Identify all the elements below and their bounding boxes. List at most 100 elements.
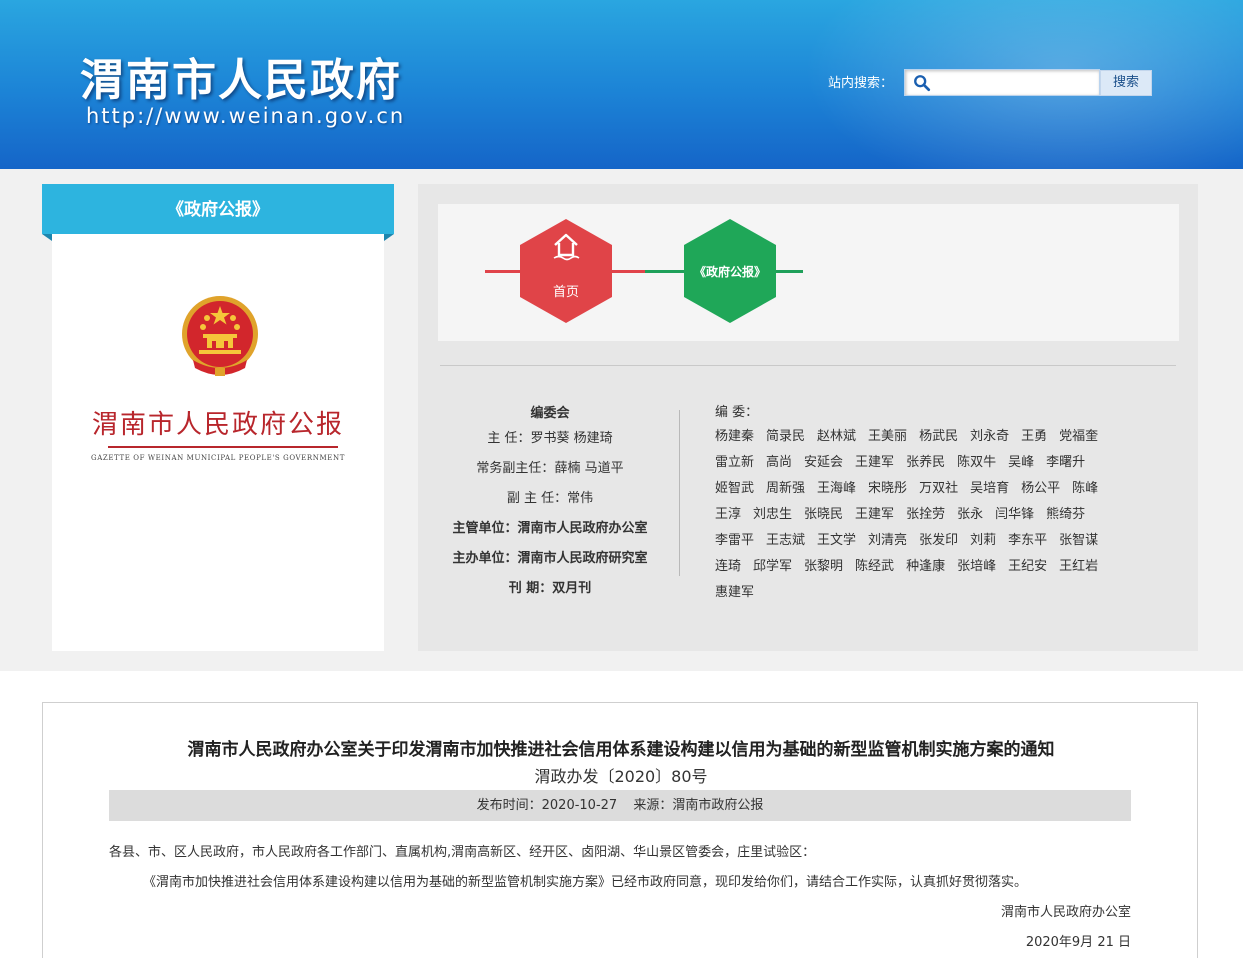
editor-name: 张黎明 [804,559,844,574]
national-emblem-icon [182,296,258,376]
editor-name: 熊绮芬 [1046,507,1086,522]
editor-name: 刘莉 [970,533,997,548]
committee-key: 常务副主任： [476,461,555,476]
article-meta: 发布时间：2020-10-27 来源：渭南市政府公报 [109,790,1131,821]
editor-name: 张晓民 [804,507,844,522]
search-label: 站内搜索： [828,76,894,91]
tab-fold-right [384,234,394,241]
editor-name: 陈经武 [855,559,895,574]
editor-name: 杨武民 [919,429,959,444]
editor-name: 简录民 [766,429,806,444]
editor-name: 李雷平 [715,533,755,548]
editor-row: 连琦 邱学军 张黎明 陈经武 种逢康 张培峰 王纪安 王红岩 [715,558,1165,584]
panel-divider [440,365,1176,366]
committee-row: 副 主 任：常伟 [440,487,660,506]
article: 渭南市人民政府办公室关于印发渭南市加快推进社会信用体系建设构建以信用为基础的新型… [42,702,1198,958]
editor-name: 张智谋 [1059,533,1099,548]
article-paragraph: 《渭南市加快推进社会信用体系建设构建以信用为基础的新型监管机制实施方案》已经市政… [143,875,1028,890]
editor-name: 王志斌 [766,533,806,548]
committee-row: 主办单位：渭南市人民政府研究室 [440,547,660,566]
editor-name: 安延会 [804,455,844,470]
committee-key: 主办单位： [452,551,518,566]
site-url: http://www.weinan.gov.cn [86,104,406,128]
editor-name: 刘永奇 [970,429,1010,444]
editor-name: 张永 [957,507,984,522]
article-doc-number: 渭政办发〔2020〕80号 [534,767,708,786]
editor-name: 党福奎 [1059,429,1099,444]
gazette-tab[interactable]: 《政府公报》 [42,184,394,241]
committee-key: 副 主 任： [506,491,568,506]
editor-name: 邱学军 [753,559,793,574]
committee-value: 常伟 [567,491,594,506]
site-title[interactable]: 渭南市人民政府 [80,44,402,108]
editor-name: 张发印 [919,533,959,548]
gazette-nav-label: 《政府公报》 [693,265,766,279]
editor-name: 陈双牛 [957,455,997,470]
gazette-tab-label: 《政府公报》 [167,200,269,220]
search-icon [914,75,931,92]
committee-key: 主管单位： [452,521,518,536]
editor-name: 杨公平 [1021,481,1061,496]
search-button[interactable]: 搜索 [1100,70,1152,96]
committee-key: 主 任： [487,431,531,446]
home-icon [553,233,580,261]
editor-name: 王红岩 [1059,559,1099,574]
committee-value: 罗书葵 杨建琦 [530,431,613,446]
search-box[interactable] [904,69,1100,96]
committee-heading: 编委会 [530,406,570,421]
editor-name: 王美丽 [868,429,908,444]
editor-name: 高尚 [766,455,793,470]
article-title: 渭南市人民政府办公室关于印发渭南市加快推进社会信用体系建设构建以信用为基础的新型… [187,740,1055,760]
editor-name: 张养民 [906,455,946,470]
cover-rule [108,446,338,448]
editor-name: 吴培育 [970,481,1010,496]
gazette-cover[interactable]: 渭南市人民政府公报 GAZETTE OF WEINAN MUNICIPAL PE… [52,234,384,651]
editor-name: 雷立新 [715,455,755,470]
editor-row: 姬智武 周新强 王海峰 宋晓彤 万双社 吴培育 杨公平 陈峰 [715,480,1165,506]
editor-name: 王淳 [715,507,742,522]
editor-name: 张培峰 [957,559,997,574]
editor-name: 杨建秦 [715,429,755,444]
editor-name: 种逢康 [906,559,946,574]
committee-row: 主管单位：渭南市人民政府办公室 [440,517,660,536]
committee-value: 薛楠 马道平 [554,461,624,476]
editor-row: 雷立新 高尚 安延会 王建军 张养民 陈双牛 吴峰 李曙升 [715,454,1165,480]
editor-name: 陈峰 [1072,481,1099,496]
editor-name: 刘忠生 [753,507,793,522]
editor-name: 赵林斌 [817,429,857,444]
editor-name: 闫华锋 [995,507,1035,522]
committee-value: 渭南市人民政府办公室 [517,521,648,536]
editor-name: 万双社 [919,481,959,496]
committee-key: 刊 期： [508,581,553,596]
cover-subtitle: GAZETTE OF WEINAN MUNICIPAL PEOPLE'S GOV… [91,454,345,462]
editor-row: 王淳 刘忠生 张晓民 王建军 张拴劳 张永 闫华锋 熊绮芬 [715,506,1165,532]
editor-row: 惠建军 [715,584,1165,610]
editor-name: 王勇 [1021,429,1048,444]
editors-list: 杨建秦 简录民 赵林斌 王美丽 杨武民 刘永奇 王勇 党福奎 雷立新 高尚 安延会 王建军 张养民 陈双牛… [715,428,1165,610]
committee-value: 双月刊 [552,581,592,596]
editor-name: 李曙升 [1046,455,1086,470]
tab-fold-left [42,234,52,241]
search-input[interactable] [935,72,1095,93]
editor-name: 吴峰 [1008,455,1035,470]
committee-row: 主 任：罗书葵 杨建琦 [440,427,660,446]
home-nav-label: 首页 [552,285,579,300]
article-date: 2020年9月 21 日 [1025,935,1131,950]
editor-name: 连琦 [715,559,742,574]
editor-name: 李东平 [1008,533,1048,548]
article-signature: 渭南市人民政府办公室 [1000,905,1131,920]
editor-name: 王纪安 [1008,559,1048,574]
article-paragraph: 各县、市、区人民政府，市人民政府各工作部门、直属机构,渭南高新区、经开区、卤阳湖… [109,845,816,860]
committee-row: 常务副主任：薛楠 马道平 [440,457,660,476]
editor-name: 周新强 [766,481,806,496]
committee-value: 渭南市人民政府研究室 [517,551,648,566]
editor-row: 杨建秦 简录民 赵林斌 王美丽 杨武民 刘永奇 王勇 党福奎 [715,428,1165,454]
editor-name: 张拴劳 [906,507,946,522]
cover-title: 渭南市人民政府公报 [91,410,344,440]
committee-separator [679,410,680,576]
site-header: 渭南市人民政府 http://www.weinan.gov.cn 站内搜索： 搜… [0,0,1243,169]
editor-name: 王建军 [855,455,895,470]
committee-row: 刊 期：双月刊 [440,577,660,596]
article-source: 来源：渭南市政府公报 [633,798,764,813]
editor-name: 王建军 [855,507,895,522]
